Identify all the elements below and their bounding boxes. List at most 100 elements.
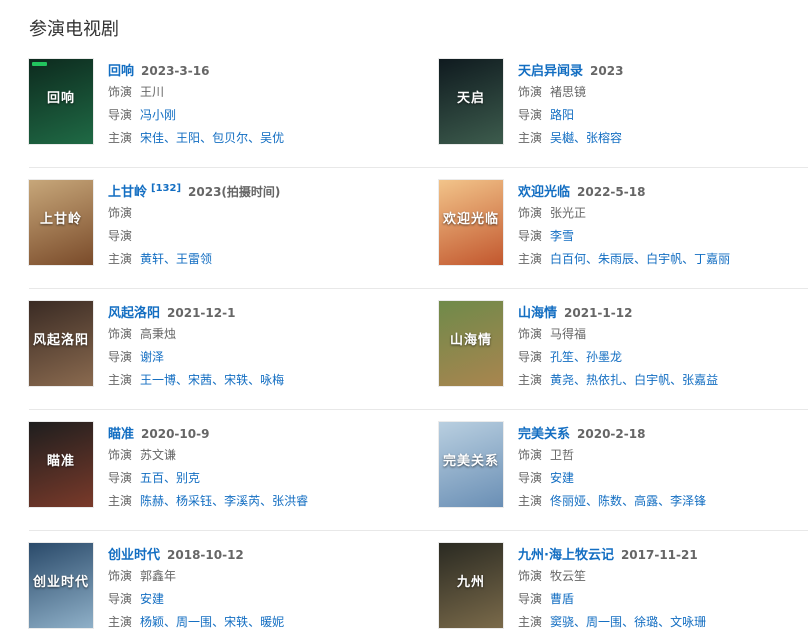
director-link[interactable]: 五百、别克	[140, 471, 200, 485]
director-link[interactable]: 安建	[140, 592, 164, 606]
cast-member-link[interactable]: 张洪睿	[272, 494, 308, 508]
cast-member-link[interactable]: 暖妮	[260, 615, 284, 629]
series-title-link[interactable]: 九州·海上牧云记	[518, 548, 614, 563]
cast-member-link[interactable]: 陈数	[598, 494, 622, 508]
cast-member-link[interactable]: 咏梅	[260, 373, 284, 387]
series-info: 天启异闻录 2023 饰演 褚思镜 导演 路阳 主演 吴樾、张榕容	[518, 59, 808, 150]
citation-link[interactable]: [132]	[151, 183, 181, 194]
cast-member-link[interactable]: 吴优	[260, 131, 284, 145]
cast-member-link[interactable]: 白宇帆	[634, 373, 670, 387]
cast-member-link[interactable]: 杨颖	[140, 615, 164, 629]
director-label: 导演	[108, 108, 133, 122]
series-title-link[interactable]: 天启异闻录	[518, 64, 583, 79]
poster-image[interactable]: 瞄准	[29, 422, 93, 507]
role-label: 饰演	[108, 206, 133, 220]
role-row: 饰演 高秉烛	[108, 323, 408, 346]
cast-member-link[interactable]: 王一博	[140, 373, 176, 387]
director-row: 导演 安建	[108, 588, 408, 611]
director-link[interactable]: 安建	[550, 471, 574, 485]
role-row: 饰演 苏文谦	[108, 444, 408, 467]
cast-member-link[interactable]: 李泽锋	[670, 494, 706, 508]
cast-member-link[interactable]: 热依扎	[586, 373, 622, 387]
cast-member-link[interactable]: 李溪芮	[224, 494, 260, 508]
poster-image[interactable]: 创业时代	[29, 543, 93, 628]
poster-image[interactable]: 天启	[439, 59, 503, 144]
cast-label: 主演	[518, 615, 543, 629]
director-link[interactable]: 孔笙、孙墨龙	[550, 350, 622, 364]
director-row: 导演 孔笙、孙墨龙	[518, 346, 808, 369]
cast-member-link[interactable]: 徐璐	[634, 615, 658, 629]
director-row: 导演 路阳	[518, 104, 808, 127]
poster-image[interactable]: 回响	[29, 59, 93, 144]
cast-separator: 、	[622, 615, 635, 629]
series-title-link[interactable]: 回响	[108, 64, 134, 79]
series-card: 山海情 山海情 2021-1-12 饰演 马得福 导演 孔笙、孙墨龙 主演 黄尧、热依扎、白宇帆…	[439, 301, 808, 401]
series-title-link[interactable]: 风起洛阳	[108, 306, 160, 321]
air-date: 2023-3-16	[141, 64, 210, 78]
poster-image[interactable]: 上甘岭	[29, 180, 93, 265]
cast-member-link[interactable]: 宋轶	[224, 615, 248, 629]
cast-member-link[interactable]: 张嘉益	[682, 373, 718, 387]
director-label: 导演	[108, 592, 133, 606]
series-info: 上甘岭 [132] 2023(拍摄时间) 饰演 导演 主演 黄轩、王雷领	[108, 180, 408, 271]
cast-member-link[interactable]: 丁嘉丽	[694, 252, 730, 266]
cast-member-link[interactable]: 佟丽娅	[550, 494, 586, 508]
cast-member-link[interactable]: 高露	[634, 494, 658, 508]
cast-member-link[interactable]: 窦骁	[550, 615, 574, 629]
role-name: 高秉烛	[140, 327, 177, 341]
director-link[interactable]: 冯小刚	[140, 108, 176, 122]
cast-member-link[interactable]: 王阳	[176, 131, 200, 145]
series-title-link[interactable]: 山海情	[518, 306, 557, 321]
cast-member-link[interactable]: 文咏珊	[670, 615, 706, 629]
series-title-link[interactable]: 创业时代	[108, 548, 160, 563]
director-link[interactable]: 谢泽	[140, 350, 164, 364]
director-link[interactable]: 曹盾	[550, 592, 574, 606]
cast-member-link[interactable]: 宋轶	[224, 373, 248, 387]
cast-member-link[interactable]: 周一围	[586, 615, 622, 629]
cast-label: 主演	[518, 494, 543, 508]
director-label: 导演	[518, 350, 543, 364]
cast-member-link[interactable]: 黄轩	[140, 252, 164, 266]
cast-member-link[interactable]: 杨采钰	[176, 494, 212, 508]
cast-separator: 、	[574, 373, 587, 387]
poster-image[interactable]: 山海情	[439, 301, 503, 386]
director-link[interactable]: 李雪	[550, 229, 574, 243]
poster-title-text: 上甘岭	[39, 212, 82, 227]
cast-separator: 、	[248, 373, 261, 387]
role-name: 卫哲	[550, 448, 575, 462]
role-row: 饰演 郭鑫年	[108, 565, 408, 588]
cast-member-link[interactable]: 陈赫	[140, 494, 164, 508]
cast-label: 主演	[108, 615, 133, 629]
role-row: 饰演 褚思镜	[518, 81, 808, 104]
series-title-link[interactable]: 欢迎光临	[518, 185, 570, 200]
poster-image[interactable]: 风起洛阳	[29, 301, 93, 386]
director-row: 导演 曹盾	[518, 588, 808, 611]
cast-member-link[interactable]: 白百何	[550, 252, 586, 266]
title-line: 上甘岭 [132] 2023(拍摄时间)	[108, 180, 408, 202]
role-label: 饰演	[518, 327, 543, 341]
cast-member-link[interactable]: 周一围	[176, 615, 212, 629]
role-name: 马得福	[550, 327, 587, 341]
poster-image[interactable]: 欢迎光临	[439, 180, 503, 265]
poster-image[interactable]: 完美关系	[439, 422, 503, 507]
cast-member-link[interactable]: 吴樾	[550, 131, 574, 145]
series-card: 风起洛阳 风起洛阳 2021-12-1 饰演 高秉烛 导演 谢泽 主演 王一博、宋茜、宋轶、咏梅	[29, 301, 409, 401]
air-date: 2021-12-1	[167, 306, 236, 320]
cast-member-link[interactable]: 白宇帆	[646, 252, 682, 266]
poster-image[interactable]: 九州	[439, 543, 503, 628]
director-link[interactable]: 路阳	[550, 108, 574, 122]
cast-member-link[interactable]: 黄尧	[550, 373, 574, 387]
cast-member-link[interactable]: 包贝尔	[212, 131, 248, 145]
poster-title-text: 天启	[456, 91, 485, 106]
series-title-link[interactable]: 完美关系	[518, 427, 570, 442]
series-title-link[interactable]: 瞄准	[108, 427, 134, 442]
cast-member-link[interactable]: 宋佳	[140, 131, 164, 145]
cast-member-link[interactable]: 宋茜	[188, 373, 212, 387]
cast-member-link[interactable]: 张榕容	[586, 131, 622, 145]
cast-separator: 、	[260, 494, 273, 508]
cast-member-link[interactable]: 朱雨辰	[598, 252, 634, 266]
role-name: 牧云笙	[550, 569, 587, 583]
cast-member-link[interactable]: 王雷领	[176, 252, 212, 266]
cast-separator: 、	[164, 615, 177, 629]
series-title-link[interactable]: 上甘岭	[108, 185, 147, 200]
